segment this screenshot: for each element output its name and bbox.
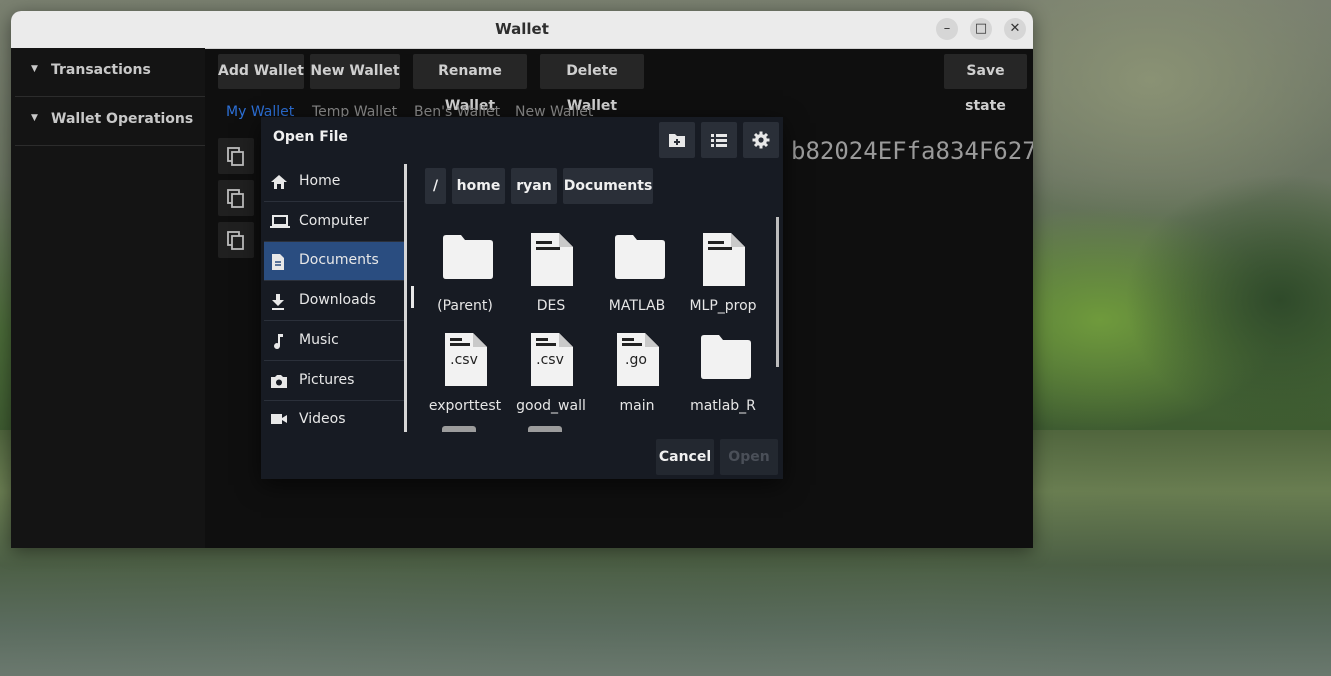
music-icon [274,334,283,350]
file-name: DES [536,298,566,314]
folder-icon [701,335,751,379]
file-item-matlab[interactable]: MATLAB [596,228,678,318]
places-list: Home Computer Documents Downloads Music … [261,163,409,433]
file-extension: .csv [450,352,478,368]
download-icon [272,294,284,310]
copy-icon [227,147,244,166]
breadcrumb-root[interactable]: / [425,168,446,204]
open-button[interactable]: Open [720,439,778,475]
places-scrollbar[interactable] [404,164,407,432]
breadcrumb-documents[interactable]: Documents [563,168,653,204]
settings-button[interactable] [743,122,779,158]
copy-button[interactable] [218,180,254,216]
file-name: good_wall [516,398,586,414]
window-title: Wallet [495,20,549,38]
place-label: Downloads [299,292,376,308]
home-icon [271,175,287,189]
place-videos[interactable]: Videos [264,401,404,433]
cancel-button[interactable]: Cancel [656,439,714,475]
sidebar-item-label: Transactions [51,62,151,78]
file-item-partial [442,426,476,432]
minimize-button[interactable]: – [936,18,958,40]
sidebar-item-label: Wallet Operations [51,111,194,127]
chevron-down-icon: ▼ [31,113,38,123]
sidebar: ▼ Transactions ▼ Wallet Operations [11,48,205,548]
wallet-address: b82024EFfa834F627 [791,137,1033,165]
breadcrumb-ryan[interactable]: ryan [511,168,557,204]
file-item-parent[interactable]: (Parent) [424,228,506,318]
place-label: Computer [299,213,369,229]
open-file-dialog: Open File Home Computer Documents Downlo… [261,117,783,479]
file-name: main [619,398,655,414]
document-icon [531,233,573,286]
maximize-button[interactable]: □ [970,18,992,40]
file-extension: .go [625,352,647,368]
file-name: MLP_prop [689,298,757,314]
place-home[interactable]: Home [264,163,404,202]
chevron-down-icon: ▼ [31,64,38,74]
copy-icon [227,231,244,250]
copy-icon [227,189,244,208]
dialog-title: Open File [273,129,348,145]
new-wallet-button[interactable]: New Wallet [310,54,400,89]
place-label: Music [299,332,339,348]
place-label: Home [299,173,341,189]
list-view-button[interactable] [701,122,737,158]
file-grid-scrollbar[interactable] [776,217,779,367]
place-documents[interactable]: Documents [264,242,404,281]
document-icon [703,233,745,286]
list-view-icon [711,134,727,147]
close-button[interactable]: ✕ [1004,18,1026,40]
new-folder-button[interactable] [659,122,695,158]
add-wallet-button[interactable]: Add Wallet [218,54,304,89]
file-item-main[interactable]: .go main [596,328,678,418]
laptop-icon [270,215,290,228]
folder-icon [443,235,493,279]
file-name: matlab_R [690,398,756,414]
new-folder-icon [669,134,685,147]
sidebar-item-transactions[interactable]: ▼ Transactions [15,48,205,97]
file-item-exporttest[interactable]: .csv exporttest [424,328,506,418]
title-bar[interactable]: Wallet – □ ✕ [11,11,1033,49]
file-name: (Parent) [437,298,493,314]
camera-icon [271,375,287,388]
video-icon [271,414,287,424]
place-computer[interactable]: Computer [264,203,404,242]
place-music[interactable]: Music [264,322,404,361]
file-item-des[interactable]: DES [510,228,592,318]
file-extension: .csv [536,352,564,368]
file-item-partial [528,426,562,432]
document-icon [272,254,284,270]
rename-wallet-button[interactable]: Rename Wallet [413,54,527,114]
place-label: Videos [299,411,346,427]
place-pictures[interactable]: Pictures [264,362,404,401]
place-label: Documents [299,252,379,268]
save-state-button[interactable]: Save state [944,54,1027,114]
file-item-good-wall[interactable]: .csv good_wall [510,328,592,418]
sidebar-item-wallet-operations[interactable]: ▼ Wallet Operations [15,97,205,146]
gear-icon [752,131,770,149]
place-downloads[interactable]: Downloads [264,282,404,321]
folder-icon [615,235,665,279]
breadcrumb-home[interactable]: home [452,168,505,204]
place-label: Pictures [299,372,355,388]
split-handle[interactable] [411,286,414,308]
file-name: MATLAB [608,298,666,314]
file-name: exporttest [428,398,502,414]
delete-wallet-button[interactable]: Delete Wallet [540,54,644,114]
copy-button[interactable] [218,138,254,174]
copy-button[interactable] [218,222,254,258]
file-item-matlab-r[interactable]: matlab_R [682,328,764,418]
file-item-mlp-prop[interactable]: MLP_prop [682,228,764,318]
